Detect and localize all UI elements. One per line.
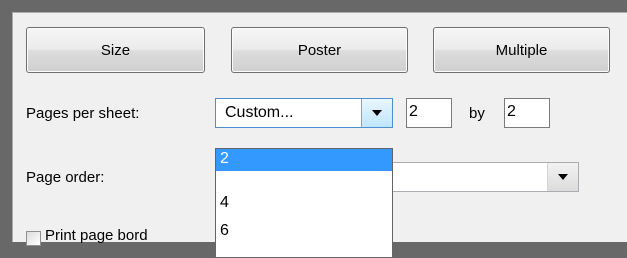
multiple-button-label: Multiple	[495, 41, 548, 59]
chevron-down-icon	[558, 174, 568, 180]
pages-cols-input[interactable]: 2	[406, 98, 452, 128]
chevron-down-icon	[372, 110, 382, 116]
dropdown-arrow-button[interactable]	[361, 99, 392, 127]
pages-per-sheet-label: Pages per sheet:	[26, 105, 140, 122]
pages-per-sheet-dropdown-list: 2 4 6	[215, 148, 393, 258]
pages-per-sheet-select[interactable]: Custom...	[215, 98, 393, 128]
poster-button[interactable]: Poster	[231, 27, 408, 73]
size-button-label: Size	[100, 41, 131, 59]
print-multiple-panel: Size Poster Multiple Pages per sheet: Cu…	[12, 12, 627, 258]
page-order-select[interactable]	[393, 162, 579, 192]
dropdown-option[interactable]: 2	[216, 149, 392, 171]
page-order-label: Page order:	[26, 169, 105, 186]
pages-rows-input[interactable]: 2	[504, 98, 550, 128]
dropdown-option[interactable]: 4	[216, 193, 392, 215]
multiple-button[interactable]: Multiple	[433, 27, 610, 73]
by-label: by	[469, 105, 485, 122]
page-order-dropdown-button[interactable]	[547, 163, 578, 191]
print-page-border-label: Print page bord	[45, 227, 148, 244]
poster-button-label: Poster	[297, 41, 342, 59]
print-page-border-checkbox[interactable]	[26, 231, 41, 246]
pages-per-sheet-value: Custom...	[225, 104, 294, 121]
dropdown-option[interactable]: 6	[216, 221, 392, 243]
size-button[interactable]: Size	[26, 27, 205, 73]
